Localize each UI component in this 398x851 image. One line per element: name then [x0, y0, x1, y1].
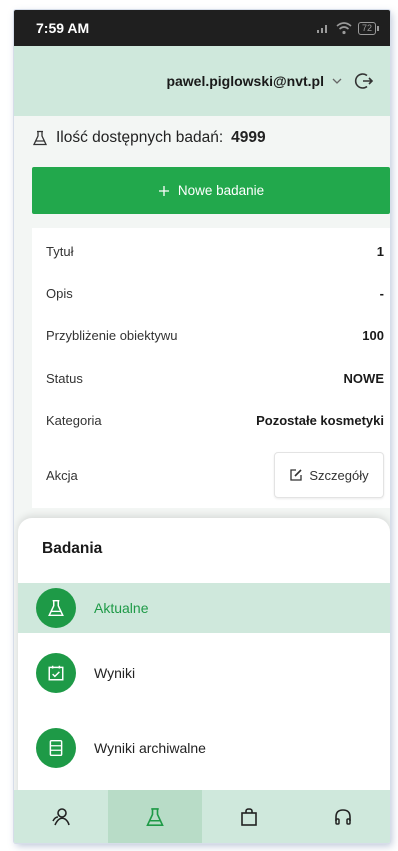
- detail-row-category: Kategoria Pozostałe kosmetyki: [32, 408, 390, 432]
- status-icons: 72: [316, 21, 380, 35]
- detail-value: 100: [362, 327, 384, 343]
- shopping-bag-icon: [241, 807, 257, 826]
- detail-label: Opis: [46, 285, 73, 301]
- account-email[interactable]: pawel.piglowski@nvt.pl: [166, 73, 324, 89]
- detail-row-title: Tytuł 1: [32, 239, 390, 263]
- flask-icon: [32, 130, 48, 146]
- test-details-card: Tytuł 1 Opis - Przybliżenie obiektywu 10…: [32, 228, 390, 508]
- tests-bottom-sheet: Badania Aktualne Wyniki Wyniki archiwaln…: [18, 518, 390, 798]
- detail-value: Pozostałe kosmetyki: [256, 412, 384, 428]
- users-icon: [52, 807, 70, 825]
- battery-icon: 72: [357, 21, 380, 35]
- detail-value: NOWE: [343, 370, 384, 386]
- signal-icon: [316, 25, 327, 33]
- detail-value: 1: [376, 243, 384, 259]
- available-label: Ilość dostępnych badań:: [56, 129, 224, 146]
- detail-label: Status: [46, 370, 83, 386]
- chevron-down-icon[interactable]: [332, 77, 342, 85]
- nav-item-shop[interactable]: [202, 790, 296, 843]
- calendar-check-icon: [36, 653, 76, 693]
- details-button-label: Szczegóły: [309, 467, 369, 483]
- menu-item-label: Wyniki archiwalne: [94, 740, 206, 756]
- sheet-title: Badania: [42, 540, 103, 557]
- status-time: 7:59 AM: [36, 20, 90, 36]
- flask-icon: [36, 588, 76, 628]
- detail-label: Tytuł: [46, 243, 74, 259]
- wifi-icon: [336, 21, 352, 34]
- plus-icon: [158, 185, 169, 196]
- phone-screen: 7:59 AM 72 pawel.piglowski@nvt.pl Ilość …: [14, 10, 390, 843]
- menu-item-results[interactable]: Wyniki: [18, 648, 390, 698]
- new-test-button[interactable]: Nowe badanie: [32, 167, 390, 214]
- nav-item-users[interactable]: [14, 790, 108, 843]
- nav-item-support[interactable]: [296, 790, 390, 843]
- detail-label: Kategoria: [46, 412, 102, 428]
- available-tests: Ilość dostępnych badań: 4999: [32, 126, 266, 150]
- detail-row-action: Akcja: [32, 463, 232, 487]
- status-bar: 7:59 AM 72: [14, 10, 390, 46]
- edit-icon: [290, 469, 303, 481]
- detail-label: Przybliżenie obiektywu: [46, 327, 178, 343]
- app-header: pawel.piglowski@nvt.pl: [14, 46, 390, 116]
- menu-item-label: Wyniki: [94, 665, 136, 681]
- detail-value: -: [379, 285, 384, 301]
- menu-item-current[interactable]: Aktualne: [18, 583, 390, 633]
- flask-icon: [146, 807, 164, 826]
- bottom-navigation: [14, 790, 390, 843]
- menu-item-label: Aktualne: [94, 600, 149, 616]
- details-button[interactable]: Szczegóły: [274, 452, 384, 498]
- menu-item-archived-results[interactable]: Wyniki archiwalne: [18, 723, 390, 773]
- detail-row-description: Opis -: [32, 281, 390, 305]
- headphones-icon: [335, 808, 351, 825]
- new-test-label: Nowe badanie: [177, 183, 265, 198]
- available-count: 4999: [231, 129, 266, 146]
- nav-item-tests[interactable]: [108, 790, 202, 843]
- detail-label: Akcja: [46, 467, 78, 483]
- detail-row-status: Status NOWE: [32, 366, 390, 390]
- document-list-icon: [36, 728, 76, 768]
- logout-icon[interactable]: [354, 71, 374, 91]
- detail-row-zoom: Przybliżenie obiektywu 100: [32, 323, 390, 347]
